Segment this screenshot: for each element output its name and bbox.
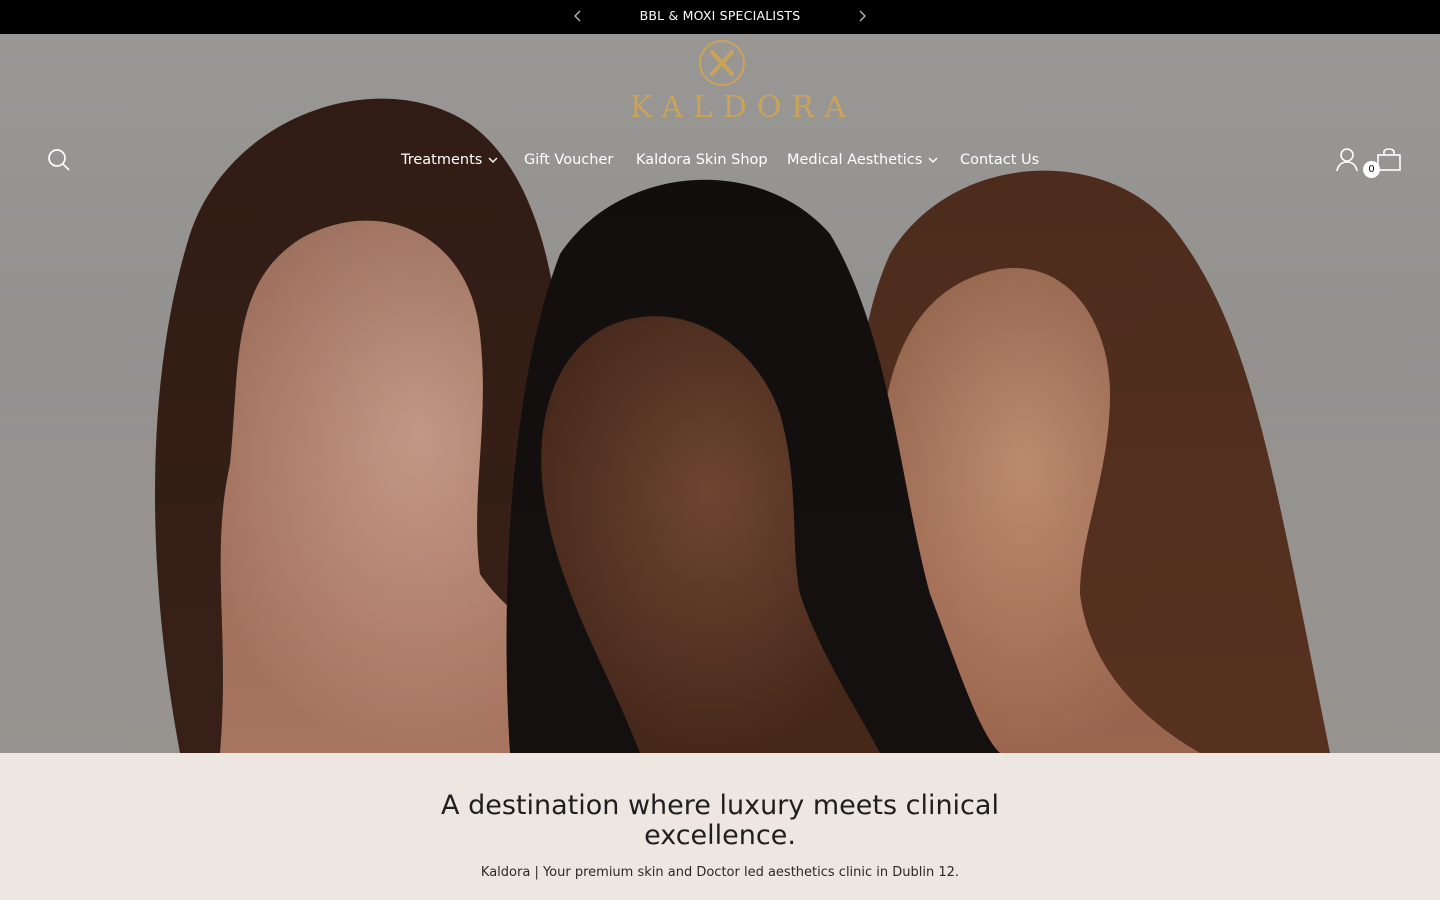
announcement-next-icon[interactable]	[855, 9, 869, 23]
nav-item-skin-shop[interactable]: Kaldora Skin Shop	[636, 150, 768, 170]
nav-item-gift-voucher[interactable]: Gift Voucher	[524, 150, 613, 170]
nav-item-label: Gift Voucher	[524, 152, 614, 168]
hero-image	[0, 34, 1440, 753]
announcement-text: BBL & MOXI SPECIALISTS	[639, 8, 801, 23]
intro-subtext: Kaldora | Your premium skin and Doctor l…	[480, 865, 960, 880]
nav-item-label: Treatments	[401, 152, 483, 168]
brand-name: KALDORA	[630, 90, 856, 125]
logo-mark-icon	[699, 40, 745, 86]
user-icon[interactable]	[1335, 147, 1359, 177]
shopping-bag-icon[interactable]	[1376, 146, 1402, 176]
intro-heading: A destination where luxury meets clinica…	[441, 790, 999, 851]
intro-section: A destination where luxury meets clinica…	[0, 753, 1440, 900]
hero-banner	[0, 34, 1440, 753]
nav-item-label: Medical Aesthetics	[787, 152, 923, 168]
nav-item-label: Kaldora Skin Shop	[636, 152, 768, 168]
nav-item-label: Contact Us	[960, 152, 1040, 168]
nav-item-contact-us[interactable]: Contact Us	[960, 150, 1039, 170]
cart-count-badge: 0	[1363, 161, 1380, 178]
chevron-down-icon	[488, 150, 498, 170]
nav-item-treatments[interactable]: Treatments	[401, 150, 498, 170]
nav-item-medical-aesthetics[interactable]: Medical Aesthetics	[787, 150, 938, 170]
announcement-bar: BBL & MOXI SPECIALISTS	[0, 0, 1440, 34]
main-nav: Treatments Gift Voucher Kaldora Skin Sho…	[0, 150, 1440, 172]
chevron-down-icon	[928, 150, 938, 170]
brand-logo[interactable]: KALDORA	[620, 38, 856, 126]
